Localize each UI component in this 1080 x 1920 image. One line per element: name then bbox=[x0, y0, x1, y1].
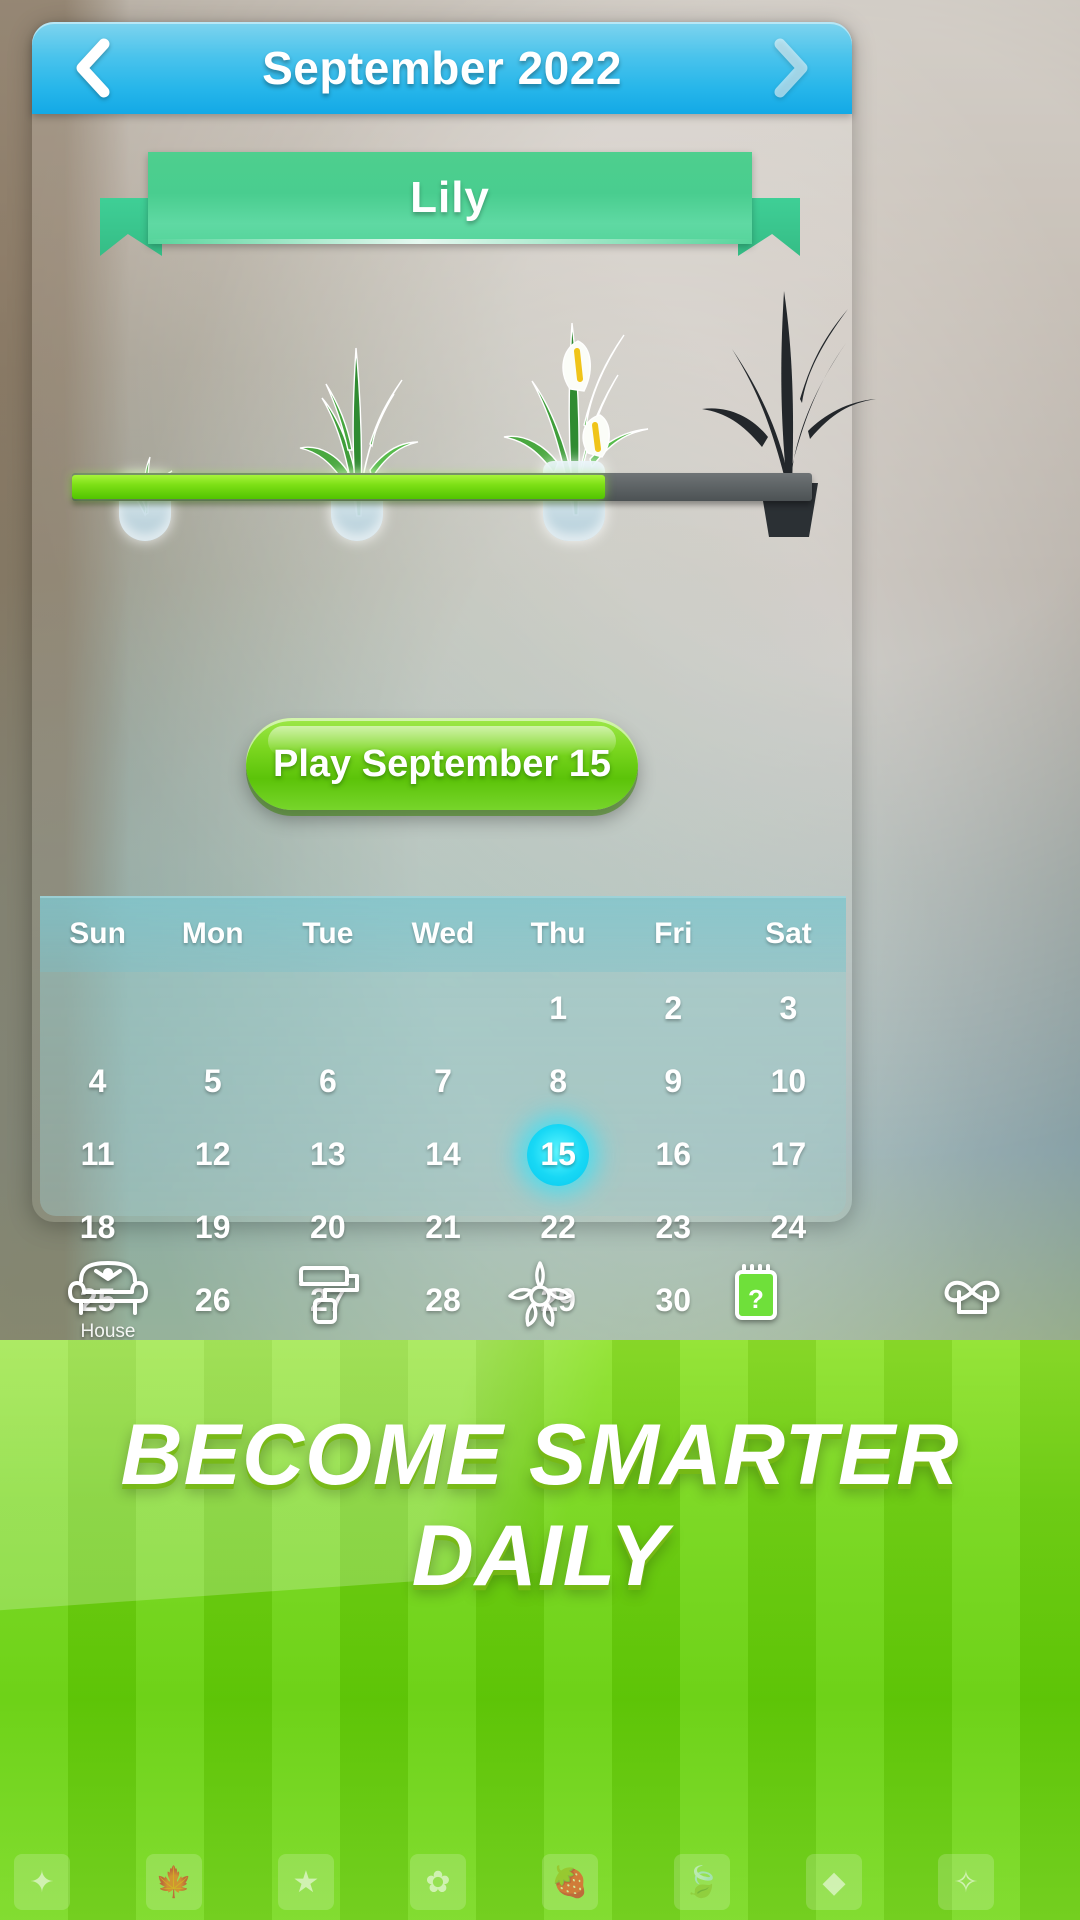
calendar-day[interactable]: 6 bbox=[270, 1045, 385, 1118]
calendar-day-number: 13 bbox=[310, 1136, 346, 1172]
calendar-day-selected[interactable]: 15 bbox=[501, 1118, 616, 1191]
calendar-week-row: 1 2 3 bbox=[40, 972, 846, 1045]
calendar-day-empty bbox=[385, 972, 500, 1045]
calendar-day[interactable]: 4 bbox=[40, 1045, 155, 1118]
calendar-day[interactable]: 9 bbox=[616, 1045, 731, 1118]
plant-name-banner: Lily bbox=[100, 152, 800, 256]
ad-decorative-tile: 🍁 bbox=[146, 1854, 202, 1910]
weekday-label-wed: Wed bbox=[411, 917, 475, 950]
calendar-day-number: 4 bbox=[88, 1063, 107, 1099]
ad-banner[interactable]: BECOME SMARTER DAILY ✦ 🍁 ★ ✿ 🍓 🍃 ◆ ✧ bbox=[0, 1340, 1080, 1920]
calendar-day[interactable]: 7 bbox=[385, 1045, 500, 1118]
ad-decorative-tile: ✧ bbox=[938, 1854, 994, 1910]
calendar-day-number: 15 bbox=[527, 1123, 590, 1186]
calendar-week-row: 4 5 6 7 8 9 10 bbox=[40, 1045, 846, 1118]
calendar-day-number: 6 bbox=[318, 1063, 337, 1099]
calendar-day-number: 8 bbox=[549, 1063, 568, 1099]
calendar-day[interactable]: 2 bbox=[616, 972, 731, 1045]
calendar-day[interactable]: 3 bbox=[731, 972, 846, 1045]
weekday-label-fri: Fri bbox=[654, 917, 693, 950]
ad-decorative-tile: 🍓 bbox=[542, 1854, 598, 1910]
calendar-day[interactable]: 14 bbox=[385, 1118, 500, 1191]
calendar-day[interactable]: 12 bbox=[155, 1118, 270, 1191]
calendar-day-empty bbox=[40, 972, 155, 1045]
calendar-day-number: 9 bbox=[664, 1063, 683, 1099]
calendar-day-empty bbox=[155, 972, 270, 1045]
calendar-weekday-header: Sun Mon Tue Wed Thu Fri Sat bbox=[40, 896, 846, 972]
ribbon-body: Lily bbox=[148, 152, 752, 244]
ad-decorative-tile: 🍃 bbox=[674, 1854, 730, 1910]
calendar-day[interactable]: 17 bbox=[731, 1118, 846, 1191]
calendar-day-number: 17 bbox=[770, 1136, 807, 1172]
play-button-label: Play September 15 bbox=[273, 742, 611, 785]
ad-decorative-tile: ★ bbox=[278, 1854, 334, 1910]
page-title: September 2022 bbox=[262, 42, 622, 94]
weekday-label-thu: Thu bbox=[530, 917, 586, 950]
calendar-week-row: 11 12 13 14 15 16 17 bbox=[40, 1118, 846, 1191]
calendar-day-number: 12 bbox=[194, 1136, 231, 1172]
calendar-day[interactable]: 13 bbox=[270, 1118, 385, 1191]
ad-decorative-tile: ◆ bbox=[806, 1854, 862, 1910]
chevron-left-icon[interactable] bbox=[66, 37, 120, 99]
play-button[interactable]: Play September 15 bbox=[246, 718, 638, 810]
calendar-day-number: 10 bbox=[770, 1063, 807, 1099]
nav-item-daily-puzzle[interactable]: ? bbox=[681, 1258, 831, 1332]
calendar-day-number: 1 bbox=[549, 990, 568, 1026]
calendar-day-number: 16 bbox=[655, 1136, 692, 1172]
plant-name-label: Lily bbox=[410, 173, 490, 222]
weekday-label-sun: Sun bbox=[69, 917, 126, 950]
ad-headline-line1: BECOME SMARTER bbox=[120, 1407, 960, 1503]
ad-decorative-tile: ✦ bbox=[14, 1854, 70, 1910]
bottom-navigation: House ? bbox=[0, 1240, 1080, 1350]
weekday-label-sat: Sat bbox=[765, 917, 812, 950]
calendar-day[interactable]: 1 bbox=[501, 972, 616, 1045]
calendar-day-number: 5 bbox=[203, 1063, 222, 1099]
weekday-label-tue: Tue bbox=[302, 917, 354, 950]
calendar-day-number: 14 bbox=[425, 1136, 461, 1172]
progress-fill bbox=[72, 475, 605, 499]
growth-progress-bar bbox=[72, 465, 812, 507]
nav-item-garden[interactable] bbox=[465, 1258, 615, 1332]
month-header-bar: September 2022 bbox=[32, 22, 852, 114]
nav-item-decorate[interactable] bbox=[249, 1258, 399, 1332]
calendar-day[interactable]: 5 bbox=[155, 1045, 270, 1118]
calendar-day[interactable]: 10 bbox=[731, 1045, 846, 1118]
nav-item-house[interactable]: House bbox=[33, 1247, 183, 1343]
calendar-day-number: 11 bbox=[80, 1136, 115, 1172]
svg-text:?: ? bbox=[748, 1284, 764, 1314]
calendar-day-number: 3 bbox=[779, 990, 798, 1026]
nav-item-rewards[interactable] bbox=[897, 1258, 1047, 1332]
calendar-day[interactable]: 8 bbox=[501, 1045, 616, 1118]
calendar-day-number: 2 bbox=[664, 990, 683, 1026]
calendar-day-empty bbox=[270, 972, 385, 1045]
weekday-label-mon: Mon bbox=[181, 917, 244, 950]
plant-growth-stage bbox=[32, 255, 876, 555]
calendar-day[interactable]: 11 bbox=[40, 1118, 155, 1191]
ad-headline-line2: DAILY bbox=[411, 1508, 669, 1604]
calendar-day[interactable]: 16 bbox=[616, 1118, 731, 1191]
calendar-panel: Sun Mon Tue Wed Thu Fri Sat 1 2 3 4 5 6 7 8 9 10 11 12 13 1… bbox=[40, 896, 846, 1318]
ad-decorative-tile: ✿ bbox=[410, 1854, 466, 1910]
calendar-day-number: 7 bbox=[434, 1063, 452, 1099]
chevron-right-icon[interactable] bbox=[764, 37, 818, 99]
